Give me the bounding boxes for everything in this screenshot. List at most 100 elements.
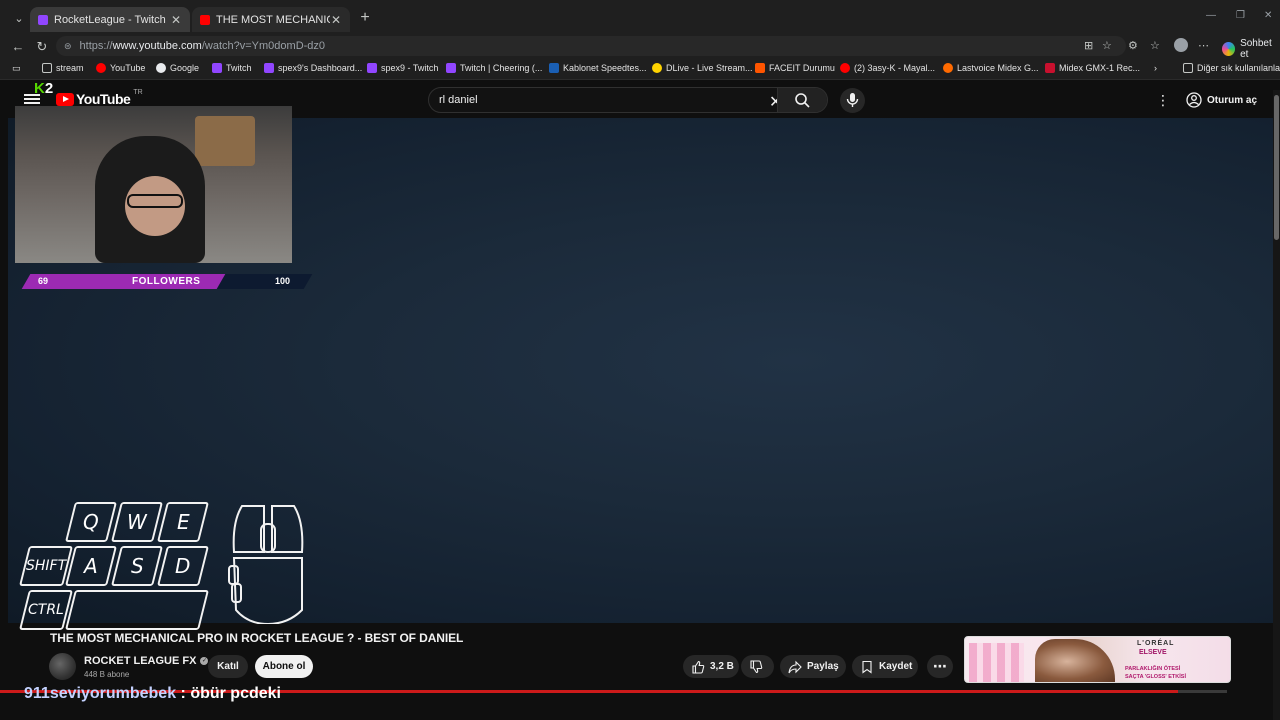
dislike-button[interactable] (741, 655, 774, 678)
bookmark-lastvoice[interactable]: Lastvoice Midex G... (943, 63, 1039, 73)
lastvoice-icon (943, 63, 953, 73)
search-input[interactable]: rl daniel (439, 94, 478, 106)
maximize-icon[interactable]: ❐ (1236, 10, 1245, 21)
bookmark-stream[interactable]: stream (42, 63, 84, 73)
bookmark-label: Lastvoice Midex G... (957, 63, 1039, 73)
k2-logo: K2 (34, 80, 54, 97)
favorites-icon[interactable]: ☆ (1150, 39, 1160, 52)
bookmark-twitch[interactable]: Twitch (212, 63, 252, 73)
key-label: A (84, 554, 98, 578)
bookmark-google[interactable]: Google (156, 63, 199, 73)
key-shift: SHIFT (19, 546, 73, 586)
bookmark-label: YouTube (110, 63, 146, 73)
bookmarks-overflow-chevron-icon[interactable]: › (1154, 63, 1157, 73)
new-tab-plus-icon[interactable]: + (356, 8, 374, 28)
bookmark-label: FACEIT Durumu (769, 63, 835, 73)
key-label: W (127, 510, 147, 534)
bookmark-label: Google (170, 63, 200, 73)
ad-copy-line1: PARLAKLIĞIN ÖTESİ (1125, 666, 1181, 672)
key-ctrl: CTRL (19, 590, 73, 630)
advertisement-banner[interactable]: L'ORÉAL ELSEVE PARLAKLIĞIN ÖTESİ SAÇTA '… (964, 636, 1231, 683)
key-label: S (130, 554, 144, 578)
key-label: Q (83, 510, 99, 534)
copilot-label: Sohbet et (1240, 38, 1272, 60)
like-count: 3,2 B (710, 661, 734, 672)
page-scrollbar[interactable] (1273, 90, 1280, 720)
bookmark-twitch-cheering[interactable]: Twitch | Cheering (... (446, 63, 542, 73)
reading-list-icon[interactable]: ▭ (12, 63, 21, 74)
like-button[interactable]: 3,2 B (683, 655, 739, 678)
bookmark-youtube[interactable]: YouTube (96, 63, 145, 73)
faceit-icon (755, 63, 765, 73)
tab-close-icon[interactable]: ✕ (330, 13, 342, 27)
folder-icon (42, 63, 52, 73)
settings-more-icon[interactable]: ⋮ (1156, 92, 1170, 109)
reload-icon[interactable]: ↻ (33, 38, 51, 56)
tab-twitch[interactable]: RocketLeague - Twitch ✕ (30, 7, 190, 32)
microphone-icon (846, 93, 859, 107)
followers-label: FOLLOWERS (132, 276, 201, 287)
bookmark-label: Twitch | Cheering (... (460, 63, 543, 73)
share-button[interactable]: Paylaş (780, 655, 846, 678)
search-button[interactable] (777, 88, 827, 112)
join-button[interactable]: Katıl (208, 655, 248, 678)
more-actions-button[interactable]: ⋯ (927, 655, 953, 678)
account-icon (1186, 92, 1202, 108)
voice-search-button[interactable] (840, 88, 865, 113)
bookmark-3asy-k[interactable]: (2) 3asy-K - Mayal... (840, 63, 935, 73)
tab-title: THE MOST MECHANICAL PRO IN R (216, 13, 330, 26)
extensions-icon[interactable]: ⚙ (1128, 39, 1138, 52)
key-s: S (111, 546, 163, 586)
ad-copy-line2: SAÇTA 'GLOSS' ETKİSİ (1125, 674, 1186, 680)
subscribe-button[interactable]: Abone ol (255, 655, 313, 678)
bookmark-icon (862, 660, 872, 674)
channel-name: ROCKET LEAGUE FX (84, 655, 197, 667)
tab-search-chevron-icon[interactable]: ⌄ (10, 10, 28, 28)
bookmark-label: Midex GMX-1 Rec... (1059, 63, 1141, 73)
url-field[interactable]: ⊜ https://www.youtube.com/watch?v=Ym0dom… (56, 36, 1126, 56)
tab-close-icon[interactable]: ✕ (170, 13, 182, 27)
copilot-button[interactable]: Sohbet et (1222, 38, 1280, 60)
youtube-favicon-icon (200, 14, 210, 25)
back-arrow-icon[interactable]: ← (9, 38, 27, 56)
other-bookmarks[interactable]: Diğer sık kullanılanlar (1183, 63, 1280, 73)
key-w: W (111, 502, 163, 542)
channel-name-link[interactable]: ROCKET LEAGUE FX ✓ (84, 655, 209, 667)
signin-button[interactable]: Oturum aç (1186, 89, 1257, 111)
bookmarks-bar: ▭ stream YouTube Google Twitch spex9's D… (0, 58, 1280, 80)
bookmark-kablonet[interactable]: Kablonet Speedtes... (549, 63, 647, 73)
bookmark-spex9-twitch[interactable]: spex9 - Twitch (367, 63, 438, 73)
youtube-logo[interactable]: YouTube TR (56, 88, 143, 107)
save-label: Kaydet (879, 661, 913, 672)
window-close-icon[interactable]: ✕ (1264, 10, 1272, 21)
bookmark-spex9-dashboard[interactable]: spex9's Dashboard... (264, 63, 362, 73)
key-d: D (157, 546, 209, 586)
search-box[interactable]: rl daniel ✕ (428, 87, 828, 113)
url-scheme: https:// (79, 40, 113, 52)
bookmark-label: stream (56, 63, 84, 73)
url-path: /watch?v=Ym0domD-dz0 (201, 40, 326, 52)
search-icon (795, 93, 810, 108)
site-info-icon[interactable]: ⊜ (64, 41, 72, 52)
google-icon (156, 63, 166, 73)
browser-menu-icon[interactable]: ⋯ (1198, 39, 1209, 52)
youtube-icon (840, 63, 850, 73)
webcam-feed (15, 106, 292, 263)
channel-avatar[interactable] (49, 653, 76, 680)
bookmark-midex[interactable]: Midex GMX-1 Rec... (1045, 63, 1140, 73)
address-toolbar: ← ↻ ⊜ https://www.youtube.com/watch?v=Ym… (0, 36, 1280, 58)
k2-letter-k: K (34, 80, 45, 97)
folder-icon (1183, 63, 1193, 73)
bookmark-label: (2) 3asy-K - Mayal... (854, 63, 936, 73)
tab-youtube[interactable]: THE MOST MECHANICAL PRO IN R ✕ (192, 7, 350, 32)
minimize-icon[interactable]: — (1206, 10, 1216, 21)
mouse-icon (228, 505, 304, 624)
bookmark-star-icon[interactable]: ☆ (1102, 39, 1112, 52)
profile-avatar[interactable] (1174, 38, 1188, 52)
scrollbar-thumb[interactable] (1274, 95, 1279, 240)
bookmark-dlive[interactable]: DLive - Live Stream... (652, 63, 753, 73)
bookmark-faceit[interactable]: FACEIT Durumu (755, 63, 835, 73)
app-install-icon[interactable]: ⊞ (1084, 39, 1093, 52)
save-button[interactable]: Kaydet (852, 655, 918, 678)
country-code: TR (133, 88, 143, 96)
